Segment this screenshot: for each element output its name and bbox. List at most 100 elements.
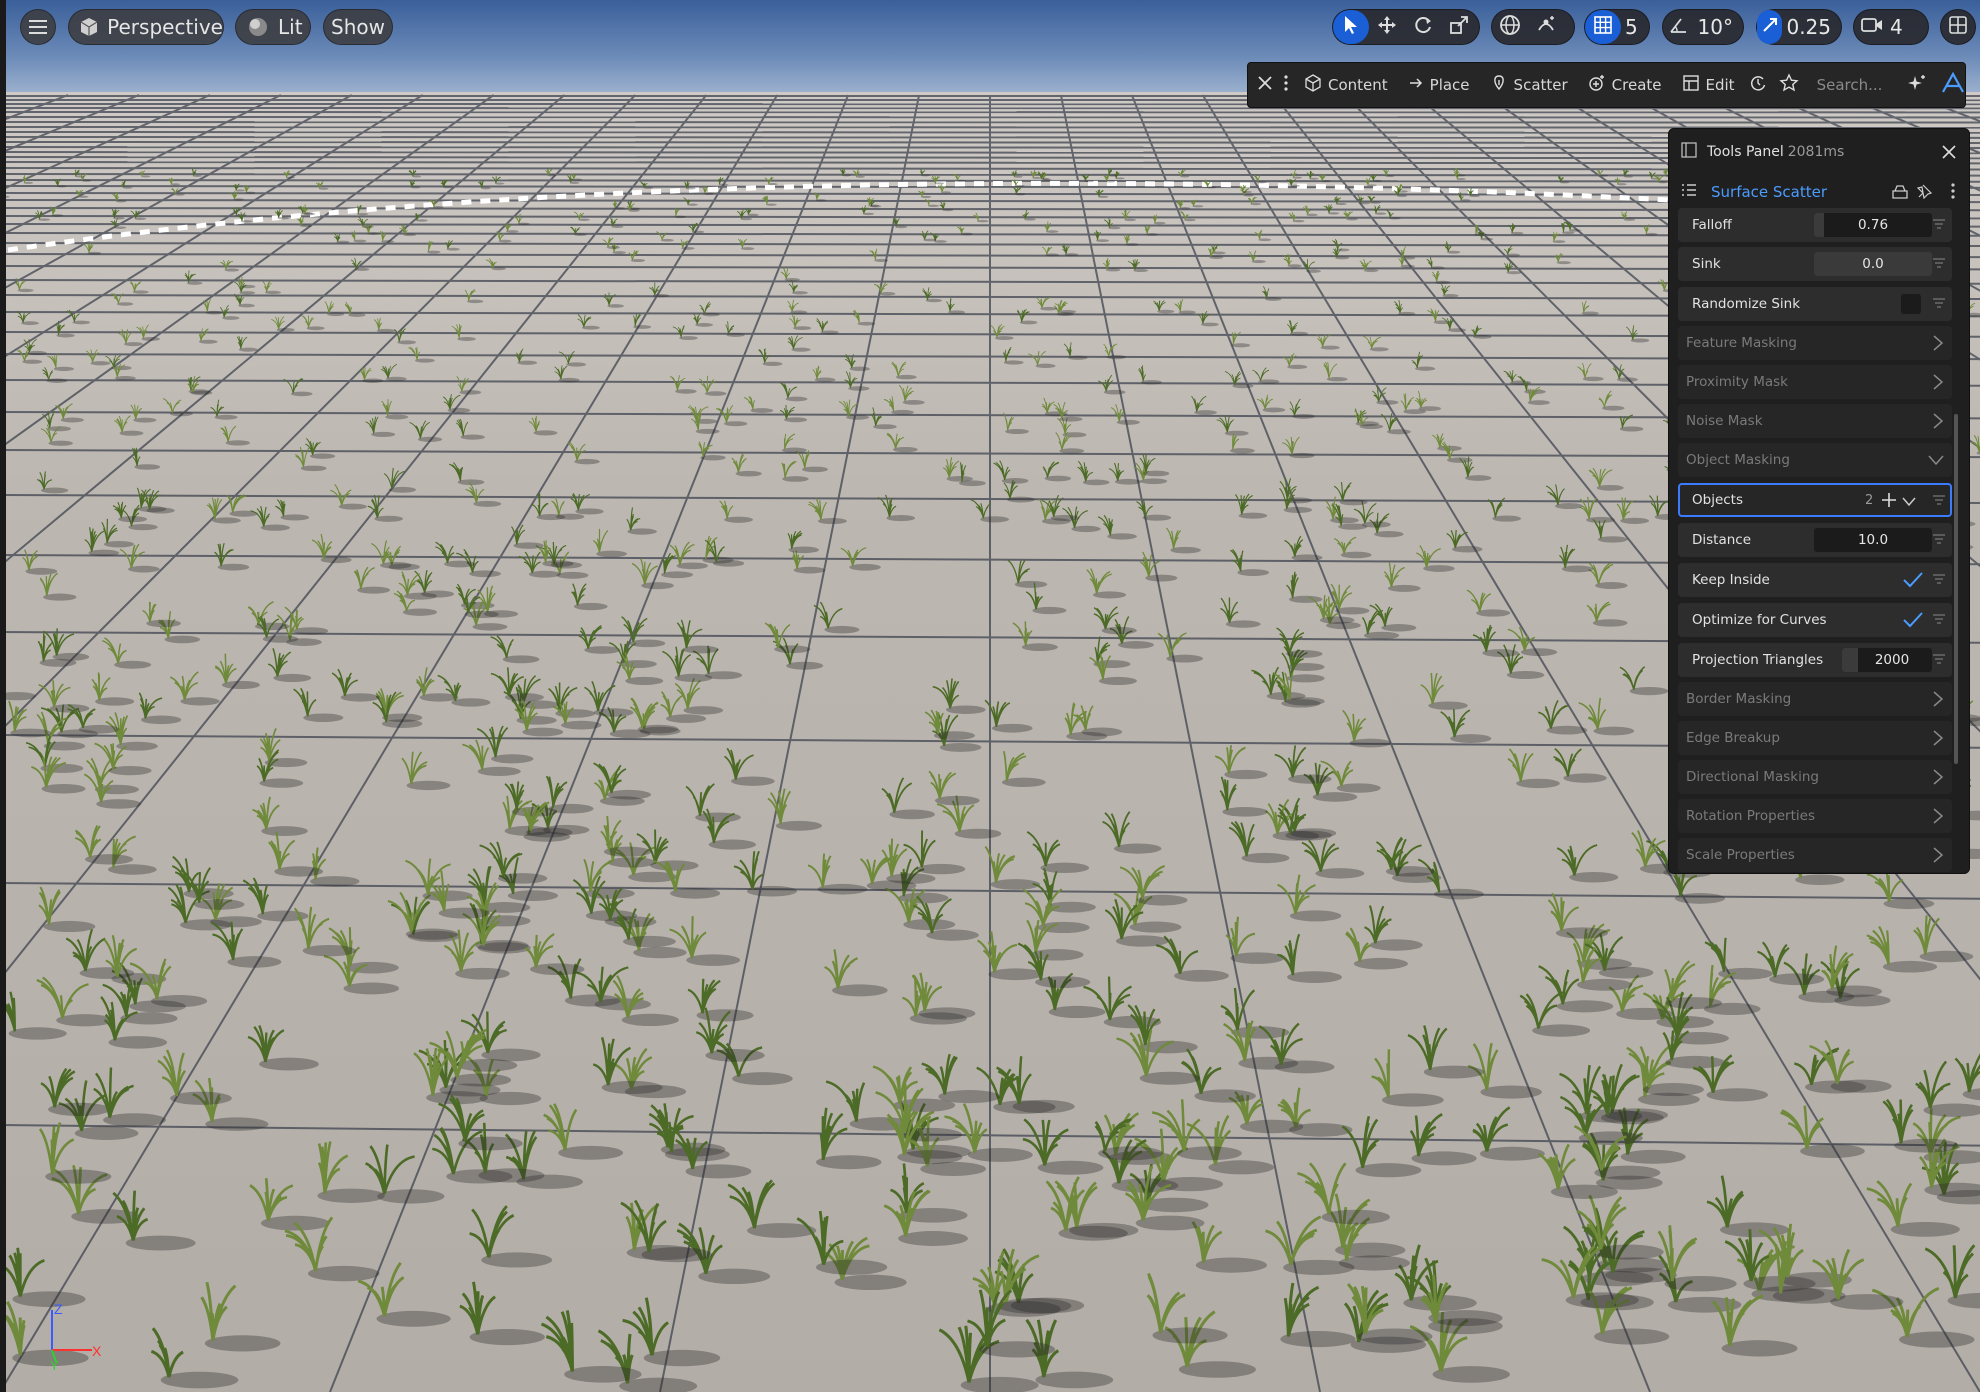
create-mode-button[interactable]: Create bbox=[1588, 63, 1662, 107]
box-icon bbox=[1304, 74, 1322, 96]
section-label: Border Masking bbox=[1686, 691, 1792, 707]
projection-triangles-input[interactable]: 2000 bbox=[1842, 648, 1932, 672]
lit-button[interactable]: Lit bbox=[235, 9, 311, 45]
falloff-input[interactable]: 0.76 bbox=[1814, 213, 1932, 237]
show-label: Show bbox=[331, 15, 385, 39]
tools-panel: Tools Panel 2081ms Surface Scatter Fallo… bbox=[1668, 128, 1970, 874]
rotation-snap-value[interactable]: 10° bbox=[1694, 15, 1743, 39]
scale-snap-value[interactable]: 0.25 bbox=[1782, 15, 1841, 39]
scale-mode-button[interactable] bbox=[1441, 10, 1477, 44]
section-object-masking[interactable]: Object Masking bbox=[1678, 443, 1952, 477]
axis-y-label: Y bbox=[50, 1358, 59, 1370]
close-icon[interactable] bbox=[1941, 144, 1957, 164]
section-label: Noise Mask bbox=[1686, 413, 1763, 429]
tools-panel-header: Tools Panel 2081ms bbox=[1669, 129, 1969, 175]
place-mode-button[interactable]: Place bbox=[1408, 63, 1470, 107]
scale-snap-toggle[interactable] bbox=[1757, 10, 1783, 44]
optimize-curves-checkbox[interactable] bbox=[1902, 610, 1924, 634]
camera-speed-value[interactable]: 4 bbox=[1890, 15, 1913, 39]
hamburger-icon bbox=[24, 13, 52, 41]
section-directional-masking[interactable]: Directional Masking bbox=[1678, 760, 1952, 794]
row-menu-icon[interactable] bbox=[1932, 652, 1946, 666]
camera-speed-button[interactable] bbox=[1854, 10, 1890, 44]
panel-icon bbox=[1681, 142, 1697, 162]
viewport-menu-button[interactable] bbox=[20, 9, 56, 45]
section-border-masking[interactable]: Border Masking bbox=[1678, 682, 1952, 716]
world-coordinates-button[interactable] bbox=[1492, 10, 1528, 44]
history-icon[interactable] bbox=[1749, 74, 1767, 96]
row-menu-icon[interactable] bbox=[1932, 532, 1946, 546]
property-optimize-for-curves: Optimize for Curves bbox=[1678, 603, 1952, 637]
section-label: Scale Properties bbox=[1686, 847, 1795, 863]
coordinate-group bbox=[1491, 9, 1575, 45]
grid-snap-group: 5 bbox=[1584, 9, 1650, 45]
randomize-sink-checkbox[interactable] bbox=[1901, 294, 1921, 314]
translate-mode-button[interactable] bbox=[1369, 10, 1405, 44]
cursor-icon bbox=[1343, 15, 1359, 39]
property-keep-inside: Keep Inside bbox=[1678, 563, 1952, 597]
row-menu-icon[interactable] bbox=[1932, 572, 1946, 586]
section-edge-breakup[interactable]: Edge Breakup bbox=[1678, 721, 1952, 755]
tool-name: Surface Scatter bbox=[1711, 183, 1828, 201]
level-viewport[interactable]: Perspective Lit Show 5 10° 0.25 4 Conten… bbox=[0, 0, 1980, 1392]
rotation-snap-toggle[interactable] bbox=[1663, 10, 1694, 44]
row-menu-icon[interactable] bbox=[1932, 296, 1946, 310]
chevron-down-icon[interactable] bbox=[1902, 495, 1916, 511]
star-icon[interactable] bbox=[1778, 73, 1799, 97]
section-feature-masking[interactable]: Feature Masking bbox=[1678, 326, 1952, 360]
close-icon[interactable] bbox=[1258, 76, 1272, 94]
section-proximity-mask[interactable]: Proximity Mask bbox=[1678, 365, 1952, 399]
grid-snap-toggle[interactable] bbox=[1585, 10, 1621, 44]
row-menu-icon[interactable] bbox=[1932, 612, 1946, 626]
tool-selector[interactable]: Surface Scatter bbox=[1669, 175, 1969, 209]
add-icon[interactable] bbox=[1881, 492, 1897, 512]
row-menu-icon[interactable] bbox=[1932, 256, 1946, 270]
surface-snap-button[interactable] bbox=[1528, 10, 1564, 44]
section-rotation-properties[interactable]: Rotation Properties bbox=[1678, 799, 1952, 833]
axis-z-label: Z bbox=[54, 1301, 63, 1317]
property-objects[interactable]: Objects 2 bbox=[1678, 483, 1952, 517]
tools-panel-scrollbar[interactable] bbox=[1954, 414, 1958, 764]
section-label: Edge Breakup bbox=[1686, 730, 1780, 746]
sparkle-add-icon[interactable] bbox=[1907, 73, 1927, 97]
section-scale-properties[interactable]: Scale Properties bbox=[1678, 838, 1952, 872]
lit-label: Lit bbox=[278, 15, 303, 39]
property-label: Projection Triangles bbox=[1692, 652, 1824, 668]
property-label: Objects bbox=[1692, 492, 1744, 508]
content-mode-button[interactable]: Content bbox=[1304, 63, 1388, 107]
distance-input[interactable]: 10.0 bbox=[1814, 528, 1932, 552]
pin-icon[interactable] bbox=[1916, 183, 1933, 203]
perspective-button[interactable]: Perspective bbox=[68, 9, 224, 45]
edit-mode-button[interactable]: Edit bbox=[1682, 63, 1735, 107]
section-noise-mask[interactable]: Noise Mask bbox=[1678, 404, 1952, 438]
section-label: Feature Masking bbox=[1686, 335, 1797, 351]
angle-icon bbox=[1668, 15, 1688, 39]
rotate-mode-button[interactable] bbox=[1405, 10, 1441, 44]
keep-inside-checkbox[interactable] bbox=[1902, 570, 1924, 594]
search-input[interactable]: Search... bbox=[1817, 76, 1897, 94]
viewport-layout-button[interactable] bbox=[1940, 9, 1976, 45]
sink-input[interactable]: 0.0 bbox=[1814, 252, 1932, 276]
scatter-mode-button[interactable]: Scatter bbox=[1490, 63, 1568, 107]
property-label: Optimize for Curves bbox=[1692, 612, 1827, 628]
chevron-right-icon bbox=[1932, 808, 1944, 828]
row-menu-icon[interactable] bbox=[1932, 217, 1946, 231]
scale-snap-icon bbox=[1760, 15, 1780, 39]
show-button[interactable]: Show bbox=[323, 9, 393, 45]
kebab-menu-icon[interactable] bbox=[1951, 183, 1955, 203]
content-label: Content bbox=[1328, 76, 1388, 94]
place-label: Place bbox=[1429, 76, 1470, 94]
rotate-icon bbox=[1413, 15, 1433, 39]
select-mode-button[interactable] bbox=[1333, 10, 1369, 44]
rotation-snap-group: 10° bbox=[1662, 9, 1744, 45]
row-menu-icon[interactable] bbox=[1932, 493, 1946, 507]
perspective-label: Perspective bbox=[107, 15, 223, 39]
grid-snap-value[interactable]: 5 bbox=[1621, 15, 1648, 39]
kebab-menu-icon[interactable] bbox=[1284, 75, 1288, 95]
surface-snap-icon bbox=[1535, 14, 1557, 40]
preset-icon[interactable] bbox=[1891, 183, 1909, 203]
landscape-logo-icon[interactable] bbox=[1941, 71, 1965, 98]
property-falloff: Falloff 0.76 bbox=[1678, 208, 1952, 242]
property-label: Keep Inside bbox=[1692, 572, 1770, 588]
lit-sphere-icon bbox=[244, 13, 272, 41]
